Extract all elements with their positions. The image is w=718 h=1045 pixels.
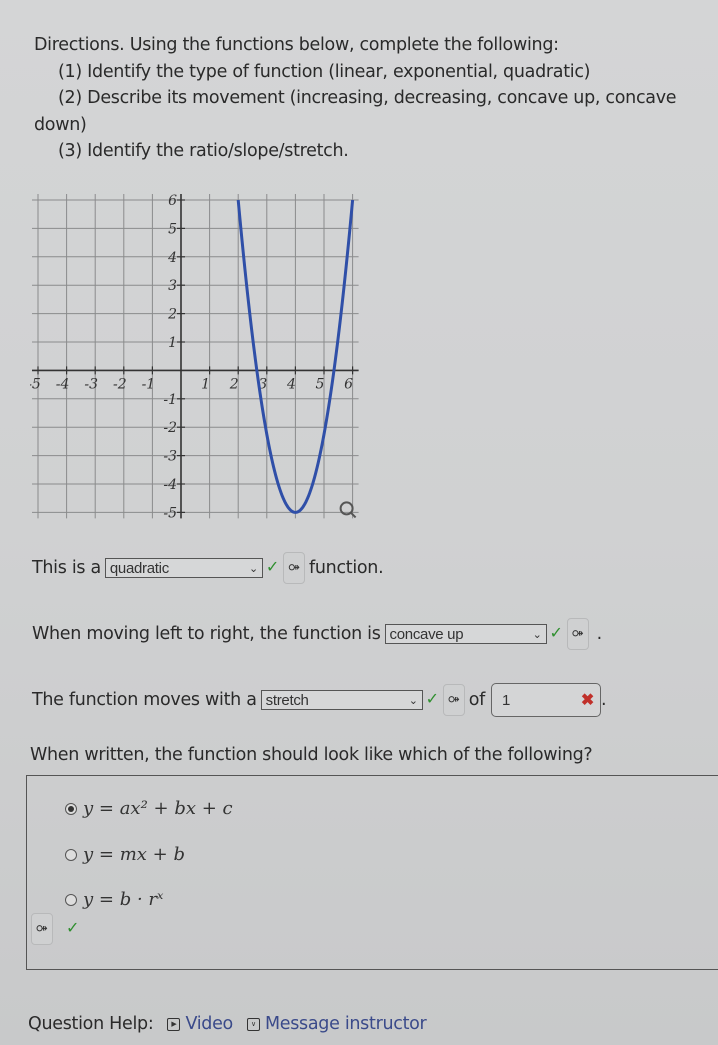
key-icon-button[interactable]: ⚩ (442, 684, 465, 716)
x-tick-label: 6 (344, 376, 353, 392)
q3-suffix: . (601, 690, 607, 710)
y-tick-label: 1 (168, 335, 177, 351)
multiple-choice-box: y = ax² + bx + c y = mx + b y = b · rˣ ⚩… (26, 775, 718, 970)
chevron-down-icon: ⌄ (408, 694, 418, 707)
video-label: Video (185, 1014, 233, 1034)
y-tick-label: -4 (163, 477, 177, 493)
check-icon: ✓ (549, 622, 563, 642)
y-tick-label: 4 (167, 250, 177, 266)
q2-prefix: When moving left to right, the function … (32, 624, 381, 644)
movement-value: concave up (389, 625, 464, 643)
x-tick-label: 5 (316, 376, 325, 392)
question-movement: When moving left to right, the function … (32, 618, 602, 650)
direction-item-1: (1) Identify the type of function (linea… (58, 61, 591, 82)
radio-button-selected[interactable] (65, 802, 77, 815)
q3-prefix: The function moves with a (32, 690, 257, 710)
video-play-icon: ▶ (167, 1017, 181, 1031)
x-tick-label: -3 (84, 376, 98, 392)
key-icon-button[interactable]: ⚩ (566, 618, 589, 650)
y-tick-label: 5 (168, 221, 177, 237)
stretch-select[interactable]: stretch ⌄ (260, 690, 423, 710)
q1-prefix: This is a (32, 558, 101, 578)
help-label: Question Help: (28, 1014, 154, 1034)
x-tick-label: -4 (56, 376, 70, 392)
x-tick-label: -1 (142, 376, 156, 392)
movement-select[interactable]: concave up ⌄ (384, 624, 547, 644)
function-type-select[interactable]: quadratic ⌄ (104, 558, 263, 578)
radio-button[interactable] (65, 848, 77, 861)
x-tick-label: -2 (113, 376, 127, 392)
direction-item-2: (2) Describe its movement (increasing, d… (58, 88, 677, 108)
option-exponential[interactable]: y = b · rˣ (65, 889, 163, 910)
option-linear[interactable]: y = mx + b (65, 844, 185, 865)
message-label: Message instructor (264, 1014, 427, 1034)
chevron-down-icon: ⌄ (532, 628, 542, 641)
question-function-type: This is a quadratic ⌄ ✓ ⚩ function. (32, 552, 384, 584)
option-label: y = ax² + bx + c (83, 798, 233, 819)
graph-svg: -5-4-3-2-1123456-5-4-3-2-1123456 (27, 193, 359, 521)
direction-item-2-cont: down) (34, 114, 87, 135)
function-type-value: quadratic (109, 559, 169, 577)
directions: Directions. Using the functions below, c… (34, 32, 714, 165)
question-stretch: The function moves with a stretch ⌄ ✓ ⚩ … (32, 683, 607, 717)
envelope-icon: ∨ (246, 1017, 260, 1031)
direction-item-3: (3) Identify the ratio/slope/stretch. (58, 141, 349, 161)
y-tick-label: -2 (163, 420, 177, 436)
check-icon: ✓ (265, 556, 279, 576)
stretch-value-input[interactable]: 1 ✖ (491, 683, 602, 717)
key-icon-button[interactable]: ⚩ (283, 552, 305, 584)
directions-heading: Directions. Using the functions below, c… (34, 35, 559, 55)
y-tick-label: -5 (163, 505, 177, 521)
key-icon-button[interactable]: ⚩ (31, 913, 53, 945)
y-tick-label: -3 (163, 449, 177, 465)
x-tick-label: 1 (201, 376, 210, 392)
y-tick-label: 3 (168, 278, 177, 294)
option-quadratic[interactable]: y = ax² + bx + c (65, 798, 233, 819)
incorrect-x-icon: ✖ (580, 692, 595, 709)
stretch-value: stretch (265, 691, 309, 709)
check-icon: ✓ (425, 688, 439, 708)
graph: -5-4-3-2-1123456-5-4-3-2-1123456 (27, 190, 370, 525)
x-tick-label: -5 (30, 376, 41, 392)
radio-button[interactable] (65, 893, 77, 906)
x-tick-label: 4 (286, 376, 296, 392)
x-tick-label: 2 (229, 376, 239, 392)
message-instructor-link[interactable]: ∨ Message instructor (246, 1014, 427, 1034)
check-icon: ✓ (66, 918, 80, 937)
y-tick-label: -1 (163, 392, 177, 408)
y-tick-label: 2 (167, 307, 177, 323)
stretch-input-value: 1 (502, 691, 511, 709)
chevron-down-icon: ⌄ (248, 562, 258, 575)
question-equation-form: When written, the function should look l… (30, 745, 593, 765)
option-label: y = mx + b (83, 844, 185, 865)
option-label: y = b · rˣ (83, 889, 164, 910)
q1-suffix: function. (309, 558, 384, 578)
question-help: Question Help: ▶ Video ∨ Message instruc… (28, 1014, 427, 1034)
y-tick-label: 6 (168, 193, 177, 209)
q2-suffix: . (596, 624, 603, 644)
video-link[interactable]: ▶ Video (167, 1014, 233, 1034)
q3-of-label: of (468, 690, 486, 710)
